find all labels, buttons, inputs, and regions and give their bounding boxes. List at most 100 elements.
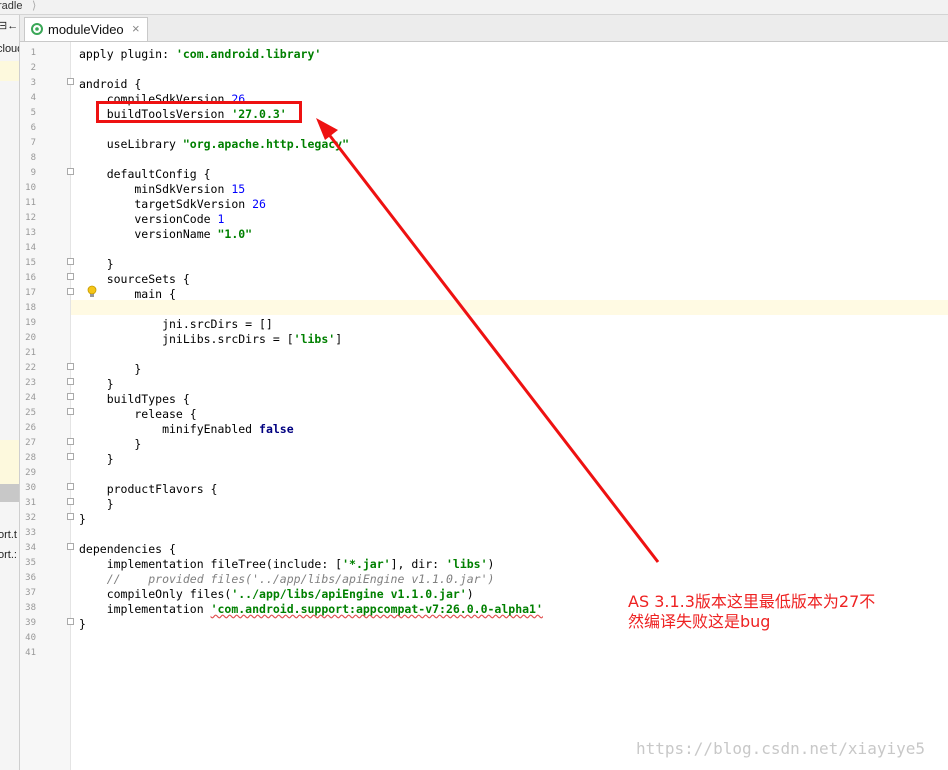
line-number[interactable]: 23 — [20, 376, 36, 391]
fold-marker-icon[interactable] — [67, 618, 74, 625]
line-number[interactable]: 7 — [20, 136, 36, 151]
line-number[interactable]: 39 — [20, 616, 36, 631]
line-number[interactable]: 24 — [20, 391, 36, 406]
code-line[interactable]: 24 buildTypes { — [25, 390, 948, 406]
line-number[interactable]: 16 — [20, 271, 36, 286]
fold-marker-icon[interactable] — [67, 393, 74, 400]
fold-marker-icon[interactable] — [67, 168, 74, 175]
code-line[interactable]: 15 } — [25, 255, 948, 271]
line-number[interactable]: 6 — [20, 121, 36, 136]
fold-marker-icon[interactable] — [67, 408, 74, 415]
line-number[interactable]: 2 — [20, 61, 36, 76]
code-line[interactable]: 26 minifyEnabled false — [25, 420, 948, 436]
fold-marker-icon[interactable] — [67, 78, 74, 85]
line-number[interactable]: 9 — [20, 166, 36, 181]
line-number[interactable]: 4 — [20, 91, 36, 106]
line-number[interactable]: 29 — [20, 466, 36, 481]
line-number[interactable]: 41 — [20, 646, 36, 661]
line-number[interactable]: 21 — [20, 346, 36, 361]
code-line[interactable]: 36 // provided files('../app/libs/apiEng… — [25, 570, 948, 586]
line-number[interactable]: 8 — [20, 151, 36, 166]
project-panel-item[interactable]: ort.: — [0, 549, 17, 561]
line-number[interactable]: 27 — [20, 436, 36, 451]
code-line[interactable]: 16 sourceSets { — [25, 270, 948, 286]
line-number[interactable]: 28 — [20, 451, 36, 466]
code-line[interactable]: 22 } — [25, 360, 948, 376]
line-number[interactable]: 22 — [20, 361, 36, 376]
line-number[interactable]: 17 — [20, 286, 36, 301]
code-line[interactable]: 18 — [25, 300, 948, 315]
tab-moduleVideo[interactable]: moduleVideo × — [24, 17, 148, 41]
line-number[interactable]: 3 — [20, 76, 36, 91]
code-line[interactable]: 20 jniLibs.srcDirs = ['libs'] — [25, 330, 948, 346]
code-line[interactable]: 28 } — [25, 450, 948, 466]
line-number[interactable]: 5 — [20, 106, 36, 121]
code-line[interactable]: 25 release { — [25, 405, 948, 421]
code-line[interactable]: 12 versionCode 1 — [25, 210, 948, 226]
fold-marker-icon[interactable] — [67, 543, 74, 550]
code-line[interactable]: 10 minSdkVersion 15 — [25, 180, 948, 196]
line-number[interactable]: 15 — [20, 256, 36, 271]
code-line[interactable]: 27 } — [25, 435, 948, 451]
fold-marker-icon[interactable] — [67, 258, 74, 265]
line-number[interactable]: 26 — [20, 421, 36, 436]
line-number[interactable]: 14 — [20, 241, 36, 256]
line-number[interactable]: 32 — [20, 511, 36, 526]
fold-marker-icon[interactable] — [67, 288, 74, 295]
fold-marker-icon[interactable] — [67, 453, 74, 460]
line-number[interactable]: 18 — [20, 301, 36, 316]
code-line[interactable]: 17 main { — [25, 285, 948, 301]
code-line[interactable]: 21 — [25, 345, 948, 360]
code-line[interactable]: 31 } — [25, 495, 948, 511]
line-number[interactable]: 36 — [20, 571, 36, 586]
line-number[interactable]: 12 — [20, 211, 36, 226]
line-number[interactable]: 35 — [20, 556, 36, 571]
code-line[interactable]: 41 — [25, 645, 948, 660]
code-line[interactable]: 32} — [25, 510, 948, 526]
close-icon[interactable]: × — [132, 21, 140, 36]
fold-marker-icon[interactable] — [67, 438, 74, 445]
code-line[interactable]: 11 targetSdkVersion 26 — [25, 195, 948, 211]
breadcrumb-item[interactable]: radle — [0, 0, 22, 13]
line-number[interactable]: 37 — [20, 586, 36, 601]
code-line[interactable]: 13 versionName "1.0" — [25, 225, 948, 241]
code-line[interactable]: 30 productFlavors { — [25, 480, 948, 496]
line-number[interactable]: 13 — [20, 226, 36, 241]
fold-marker-icon[interactable] — [67, 498, 74, 505]
code-line[interactable]: 40 — [25, 630, 948, 645]
code-line[interactable]: 2 — [31, 60, 948, 75]
code-line[interactable]: 23 } — [25, 375, 948, 391]
project-panel-selected-row[interactable] — [0, 484, 19, 502]
line-number[interactable]: 25 — [20, 406, 36, 421]
fold-marker-icon[interactable] — [67, 378, 74, 385]
line-number[interactable]: 31 — [20, 496, 36, 511]
project-panel[interactable]: cloud ⊟← ort.t ort.: — [0, 15, 20, 770]
breadcrumb[interactable]: radle ⟩ — [0, 0, 948, 15]
code-line[interactable]: 34 dependencies { — [25, 540, 948, 556]
code-line[interactable]: 7 useLibrary "org.apache.http.legacy" — [31, 135, 948, 151]
line-number[interactable]: 10 — [20, 181, 36, 196]
project-panel-item[interactable]: ort.t — [0, 529, 17, 541]
code-line[interactable]: 9 defaultConfig { — [31, 165, 948, 181]
line-number[interactable]: 11 — [20, 196, 36, 211]
line-number[interactable]: 20 — [20, 331, 36, 346]
line-number[interactable]: 1 — [20, 46, 36, 61]
project-panel-item[interactable]: cloud — [0, 43, 19, 55]
line-number[interactable]: 38 — [20, 601, 36, 616]
fold-marker-icon[interactable] — [67, 363, 74, 370]
code-line[interactable]: 33 — [25, 525, 948, 540]
line-number[interactable]: 30 — [20, 481, 36, 496]
lightbulb-icon[interactable] — [87, 285, 97, 299]
fold-marker-icon[interactable] — [67, 513, 74, 520]
code-line[interactable]: 29 — [25, 465, 948, 480]
fold-marker-icon[interactable] — [67, 273, 74, 280]
code-line[interactable]: 3 android { — [31, 75, 948, 91]
fold-marker-icon[interactable] — [67, 483, 74, 490]
line-number[interactable]: 40 — [20, 631, 36, 646]
code-line[interactable]: 1 apply plugin: 'com.android.library' — [31, 45, 948, 61]
code-editor[interactable]: 1 apply plugin: 'com.android.library' 2 3 an… — [25, 42, 948, 770]
code-line[interactable]: 14 — [25, 240, 948, 255]
code-line[interactable]: 8 — [31, 150, 948, 165]
line-number[interactable]: 33 — [20, 526, 36, 541]
code-line[interactable]: 19 jni.srcDirs = [] — [25, 315, 948, 331]
